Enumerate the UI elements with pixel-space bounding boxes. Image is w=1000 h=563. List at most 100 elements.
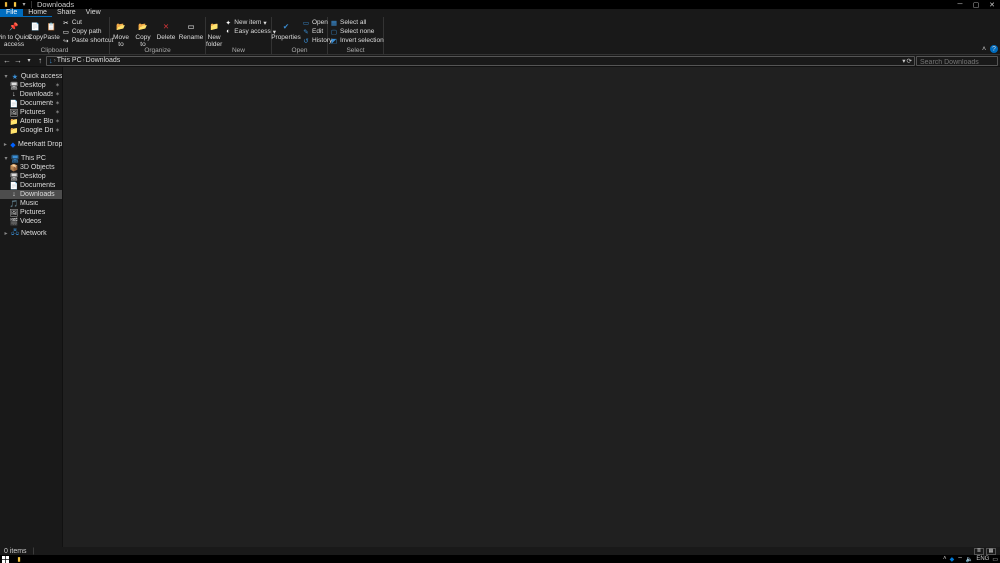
pc-icon: 🖥 xyxy=(11,155,19,163)
address-bar[interactable]: ↓ › This PC › Downloads ▾ ⟳ xyxy=(46,56,915,66)
maximize-button[interactable]: ▢ xyxy=(968,0,984,9)
item-label: Pictures xyxy=(20,209,45,216)
expand-icon[interactable]: ▾ xyxy=(3,73,9,80)
item-label: Google Drive xyxy=(20,127,53,134)
item-icon: 📁 xyxy=(10,127,18,135)
properties-icon: ✔ xyxy=(279,19,293,33)
copy-path-button[interactable]: ▭Copy path xyxy=(60,27,116,36)
back-button[interactable]: ← xyxy=(2,56,12,66)
qat-folder-icon[interactable]: ▮ xyxy=(11,1,19,9)
this-pc-item[interactable]: 🎵Music xyxy=(0,199,62,208)
minimize-button[interactable]: ─ xyxy=(952,0,968,9)
quick-access-item[interactable]: 📄Documents✶ xyxy=(0,99,62,108)
properties-button[interactable]: ✔Properties xyxy=(272,18,300,41)
rename-icon: ▭ xyxy=(184,19,198,33)
folder-icon: ▮ xyxy=(17,556,20,563)
delete-icon: ✕ xyxy=(159,19,173,33)
dropbox-node[interactable]: ▸ ◆ Meerkatt Dropbox xyxy=(0,140,62,149)
icons-view-button[interactable]: ▦ xyxy=(986,548,996,555)
expand-icon[interactable]: ▾ xyxy=(3,155,9,162)
search-box[interactable] xyxy=(916,56,998,66)
quick-access-item[interactable]: ↓Downloads✶ xyxy=(0,90,62,99)
tray-language[interactable]: ENG xyxy=(976,556,989,562)
rename-label: Rename xyxy=(179,34,204,41)
new-group-label: New xyxy=(206,48,271,54)
quick-access-label: Quick access xyxy=(21,73,62,80)
up-button[interactable]: ↑ xyxy=(35,56,45,66)
content-area[interactable] xyxy=(63,67,1000,547)
taskbar-explorer-button[interactable]: ▮ xyxy=(12,555,26,563)
tray-action-center-icon[interactable]: ▭ xyxy=(992,556,998,563)
item-label: Documents xyxy=(20,182,55,189)
new-folder-button[interactable]: 📁New folder xyxy=(206,18,222,48)
tab-home[interactable]: Home xyxy=(23,9,52,17)
tab-view[interactable]: View xyxy=(81,9,106,17)
this-pc-node[interactable]: ▾ 🖥 This PC xyxy=(0,154,62,163)
pin-icon: ✶ xyxy=(55,127,60,134)
this-pc-item[interactable]: 📄Documents xyxy=(0,181,62,190)
quick-access-node[interactable]: ▾ ★ Quick access xyxy=(0,72,62,81)
easy-access-button[interactable]: ◐Easy access▾ xyxy=(222,27,278,36)
chevron-icon[interactable]: › xyxy=(54,58,56,64)
paste-shortcut-button[interactable]: ↪Paste shortcut xyxy=(60,36,116,45)
invert-selection-button[interactable]: ◩Invert selection xyxy=(328,36,386,45)
tray-arrow-icon[interactable]: ˄ xyxy=(943,556,947,562)
item-icon: 📁 xyxy=(10,118,18,126)
recent-locations-button[interactable]: ▾ xyxy=(24,56,34,66)
details-view-button[interactable]: ≣ xyxy=(974,548,984,555)
breadcrumb-downloads[interactable]: Downloads xyxy=(86,57,121,64)
pin-icon: ✶ xyxy=(55,118,60,125)
this-pc-item[interactable]: 📦3D Objects xyxy=(0,163,62,172)
delete-button[interactable]: ✕Delete xyxy=(154,18,178,41)
this-pc-item[interactable]: 🖥Desktop xyxy=(0,172,62,181)
quick-access-item[interactable]: 🖥Desktop✶ xyxy=(0,81,62,90)
ribbon-tabs: File Home Share View xyxy=(0,9,1000,17)
quick-access-item[interactable]: 📁Atomic Blonde (✶ xyxy=(0,117,62,126)
select-none-icon: ▢ xyxy=(330,28,338,36)
tab-share[interactable]: Share xyxy=(52,9,81,17)
this-pc-item[interactable]: 🖼Pictures xyxy=(0,208,62,217)
search-input[interactable] xyxy=(917,58,997,66)
tab-file[interactable]: File xyxy=(0,9,23,17)
paste-label: Paste xyxy=(43,34,60,41)
qat-dropdown-icon[interactable]: ▾ xyxy=(20,1,28,9)
copy-to-button[interactable]: 📂Copy to xyxy=(132,18,154,48)
tray-security-icon[interactable]: ◆ xyxy=(950,556,955,563)
invert-label: Invert selection xyxy=(340,37,384,44)
item-icon: 🖼 xyxy=(10,109,18,117)
address-dropdown-button[interactable]: ▾ xyxy=(902,57,905,65)
tray-network-icon[interactable]: ⌔ xyxy=(957,555,963,563)
copy-path-label: Copy path xyxy=(72,28,102,35)
select-none-button[interactable]: ▢Select none xyxy=(328,27,386,36)
refresh-button[interactable]: ⟳ xyxy=(907,57,912,65)
help-button[interactable]: ? xyxy=(990,45,998,53)
copy-button[interactable]: 📄 Copy xyxy=(28,18,43,41)
network-node[interactable]: ▸ 🖧 Network xyxy=(0,229,62,238)
select-all-button[interactable]: ▦Select all xyxy=(328,18,386,27)
paste-button[interactable]: 📋 Paste xyxy=(43,18,60,41)
expand-icon[interactable]: ▸ xyxy=(3,230,9,237)
start-button[interactable] xyxy=(0,555,10,563)
item-label: Music xyxy=(20,200,38,207)
collapse-ribbon-button[interactable]: ˄ xyxy=(980,45,988,53)
breadcrumb-thispc[interactable]: This PC xyxy=(57,57,82,64)
expand-icon[interactable]: ▸ xyxy=(3,141,8,148)
easy-access-icon: ◐ xyxy=(224,28,232,36)
close-button[interactable]: ✕ xyxy=(984,0,1000,9)
item-label: Documents xyxy=(20,100,53,107)
star-icon: ★ xyxy=(11,73,19,81)
new-item-button[interactable]: ✦New item▾ xyxy=(222,18,278,27)
cut-button[interactable]: ✂Cut xyxy=(60,18,116,27)
quick-access-item[interactable]: 📁Google Drive✶ xyxy=(0,126,62,135)
this-pc-item[interactable]: 🎬Videos xyxy=(0,217,62,226)
rename-button[interactable]: ▭Rename xyxy=(178,18,204,41)
tray-volume-icon[interactable]: 🔈 xyxy=(966,556,973,563)
pin-to-quick-access-button[interactable]: 📌 Pin to Quick access xyxy=(0,18,28,48)
dropbox-icon: ◆ xyxy=(10,141,16,149)
move-to-button[interactable]: 📂Move to xyxy=(110,18,132,48)
this-pc-item[interactable]: ↓Downloads xyxy=(0,190,62,199)
history-icon: ↺ xyxy=(302,37,310,45)
forward-button[interactable]: → xyxy=(13,56,23,66)
chevron-icon[interactable]: › xyxy=(83,58,85,64)
quick-access-item[interactable]: 🖼Pictures✶ xyxy=(0,108,62,117)
